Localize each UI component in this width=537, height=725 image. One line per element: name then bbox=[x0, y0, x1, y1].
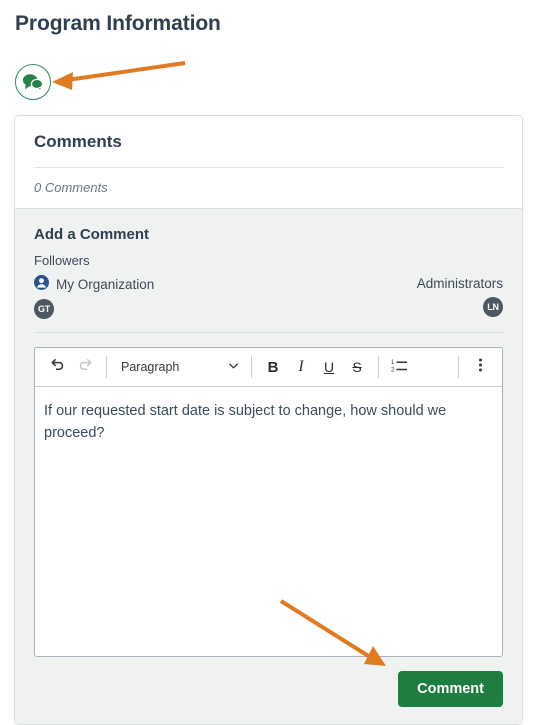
annotation-arrow-to-comment-icon bbox=[52, 61, 186, 90]
italic-icon: I bbox=[298, 358, 304, 375]
underline-icon: U bbox=[323, 359, 335, 375]
toolbar-divider bbox=[458, 356, 459, 378]
undo-icon bbox=[49, 356, 66, 378]
follower-name-row: My Organization bbox=[34, 275, 154, 295]
numbered-list-button[interactable]: 1 2 bbox=[386, 353, 414, 381]
numbered-list-icon: 1 2 bbox=[391, 357, 409, 378]
page-title: Program Information bbox=[15, 12, 221, 35]
follower-label: My Organization bbox=[56, 277, 155, 292]
chevron-down-icon bbox=[227, 359, 240, 375]
toolbar-divider bbox=[106, 356, 107, 378]
followers-label: Followers bbox=[34, 253, 90, 268]
bold-icon: B bbox=[267, 358, 279, 376]
italic-button[interactable]: I bbox=[287, 353, 315, 381]
person-icon bbox=[34, 275, 49, 295]
kebab-menu-icon bbox=[478, 356, 483, 379]
comment-count-label: 0 Comments bbox=[34, 180, 108, 195]
toolbar-divider bbox=[378, 356, 379, 378]
editor-actions: Comment bbox=[34, 671, 503, 707]
svg-text:1: 1 bbox=[391, 360, 395, 366]
bold-button[interactable]: B bbox=[259, 353, 287, 381]
follower-name-row: Administrators bbox=[417, 275, 503, 293]
follower-administrators: Administrators LN bbox=[417, 275, 503, 317]
redo-button[interactable] bbox=[71, 353, 99, 381]
comment-editor: Paragraph B I U S 1 2 If our requested s… bbox=[34, 347, 503, 657]
follower-my-organization: My Organization GT bbox=[34, 275, 154, 319]
block-format-value: Paragraph bbox=[121, 360, 180, 374]
comment-textarea[interactable]: If our requested start date is subject t… bbox=[35, 387, 502, 656]
avatar[interactable]: LN bbox=[483, 297, 503, 317]
svg-text:2: 2 bbox=[391, 367, 395, 373]
avatar[interactable]: GT bbox=[34, 299, 54, 319]
strikethrough-button[interactable]: S bbox=[343, 353, 371, 381]
editor-toolbar: Paragraph B I U S 1 2 bbox=[35, 348, 502, 387]
follower-label: Administrators bbox=[416, 276, 503, 291]
block-format-select[interactable]: Paragraph bbox=[114, 353, 244, 381]
toolbar-divider bbox=[251, 356, 252, 378]
overflow-menu-button[interactable] bbox=[466, 353, 494, 381]
chat-bubbles-icon bbox=[22, 73, 44, 91]
add-comment-section: Add a Comment Followers My Organization … bbox=[15, 208, 522, 724]
strikethrough-icon: S bbox=[352, 359, 362, 375]
section-divider bbox=[34, 332, 503, 333]
underline-button[interactable]: U bbox=[315, 353, 343, 381]
comments-card: Comments 0 Comments Add a Comment Follow… bbox=[14, 115, 523, 725]
add-comment-title: Add a Comment bbox=[34, 226, 150, 243]
comments-title: Comments bbox=[34, 132, 122, 151]
submit-comment-button[interactable]: Comment bbox=[398, 671, 503, 707]
redo-icon bbox=[77, 356, 94, 378]
comments-card-header: Comments 0 Comments bbox=[15, 116, 522, 208]
undo-button[interactable] bbox=[43, 353, 71, 381]
comments-toggle-badge[interactable] bbox=[15, 64, 51, 100]
followers-row: My Organization GT Administrators LN bbox=[34, 275, 503, 319]
